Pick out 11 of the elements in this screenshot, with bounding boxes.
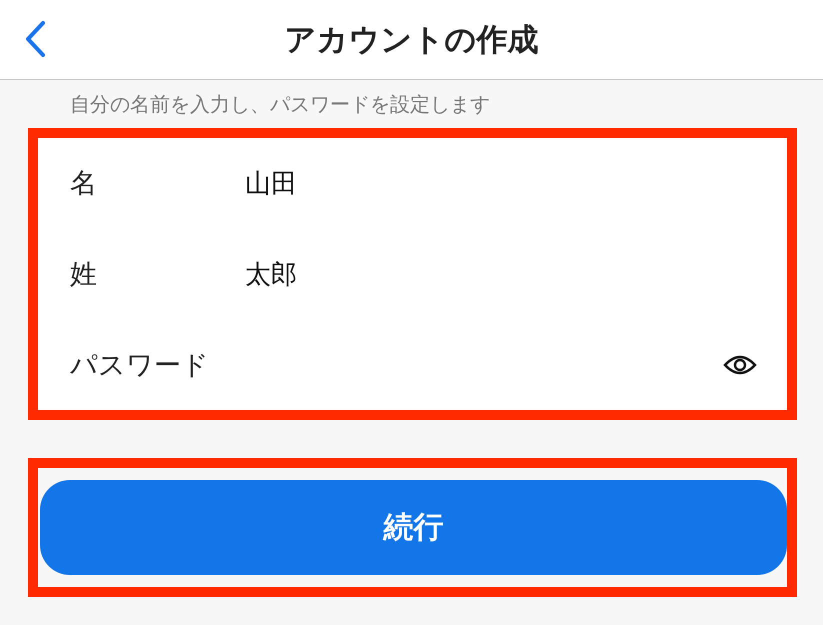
screen-title: アカウントの作成: [284, 20, 538, 60]
input-field[interactable]: 太郎: [245, 254, 755, 294]
continue-button[interactable]: 続行: [40, 480, 787, 575]
instruction-text: 自分の名前を入力し、パスワードを設定します: [70, 94, 491, 114]
field-label: パスワード: [70, 348, 210, 383]
back-button[interactable]: [24, 20, 46, 58]
chevron-left-icon: [24, 20, 46, 58]
eye-icon[interactable]: [723, 354, 757, 376]
input-field[interactable]: 山田: [245, 163, 755, 204]
field-label: 名: [70, 167, 98, 202]
field-label: 姓: [70, 258, 98, 292]
